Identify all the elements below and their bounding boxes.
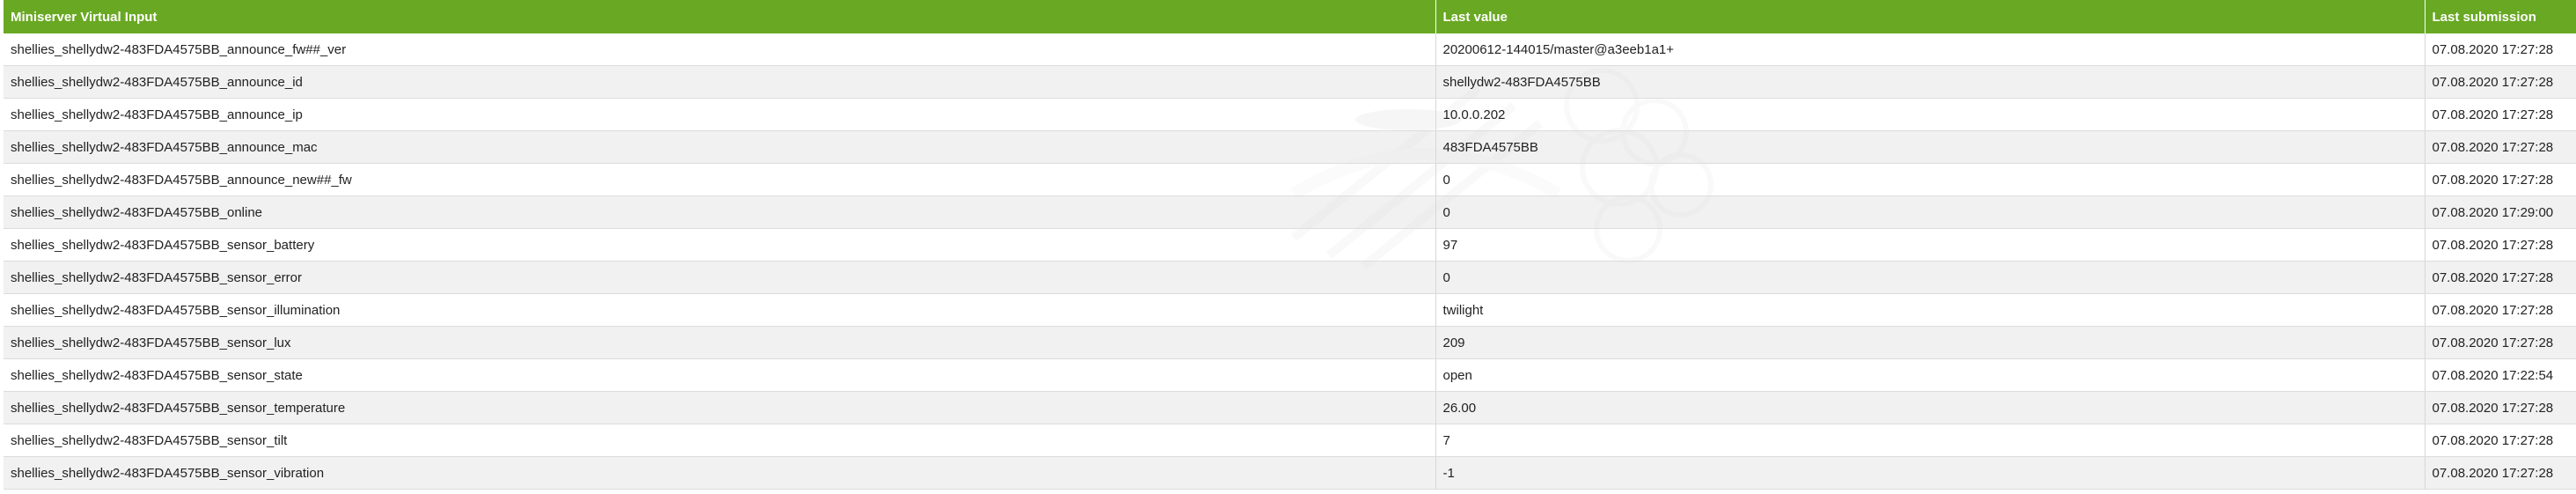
cell-value: 0: [1435, 163, 2426, 196]
cell-value: 7: [1435, 424, 2426, 457]
cell-input: shellies_shellydw2-483FDA4575BB_sensor_l…: [4, 326, 1436, 359]
cell-submission: 07.08.2020 17:29:00: [2425, 195, 2576, 229]
column-header-submission[interactable]: Last submission: [2425, 0, 2576, 33]
page: Miniserver Virtual Input Last value Last…: [0, 0, 2576, 494]
cell-value: 20200612-144015/master@a3eeb1a1+: [1435, 33, 2426, 66]
cell-value: 0: [1435, 195, 2426, 229]
cell-value: shellydw2-483FDA4575BB: [1435, 65, 2426, 99]
virtual-input-table: Miniserver Virtual Input Last value Last…: [4, 0, 2576, 490]
table-row[interactable]: shellies_shellydw2-483FDA4575BB_announce…: [4, 65, 2576, 99]
table-row[interactable]: shellies_shellydw2-483FDA4575BB_sensor_v…: [4, 456, 2576, 490]
cell-value: open: [1435, 358, 2426, 392]
column-header-value[interactable]: Last value: [1435, 0, 2426, 33]
table-row[interactable]: shellies_shellydw2-483FDA4575BB_sensor_l…: [4, 326, 2576, 359]
cell-value: 209: [1435, 326, 2426, 359]
table-row[interactable]: shellies_shellydw2-483FDA4575BB_sensor_b…: [4, 228, 2576, 262]
cell-submission: 07.08.2020 17:27:28: [2425, 326, 2576, 359]
cell-input: shellies_shellydw2-483FDA4575BB_announce…: [4, 65, 1436, 99]
cell-input: shellies_shellydw2-483FDA4575BB_sensor_i…: [4, 293, 1436, 327]
cell-submission: 07.08.2020 17:27:28: [2425, 98, 2576, 131]
cell-submission: 07.08.2020 17:22:54: [2425, 358, 2576, 392]
cell-input: shellies_shellydw2-483FDA4575BB_sensor_t…: [4, 424, 1436, 457]
cell-value: 0: [1435, 261, 2426, 294]
cell-input: shellies_shellydw2-483FDA4575BB_sensor_t…: [4, 391, 1436, 424]
cell-input: shellies_shellydw2-483FDA4575BB_announce…: [4, 33, 1436, 66]
cell-submission: 07.08.2020 17:27:28: [2425, 261, 2576, 294]
cell-submission: 07.08.2020 17:27:28: [2425, 228, 2576, 262]
cell-value: 26.00: [1435, 391, 2426, 424]
table-row[interactable]: shellies_shellydw2-483FDA4575BB_sensor_t…: [4, 424, 2576, 457]
cell-input: shellies_shellydw2-483FDA4575BB_announce…: [4, 163, 1436, 196]
cell-submission: 07.08.2020 17:27:28: [2425, 130, 2576, 164]
table-row[interactable]: shellies_shellydw2-483FDA4575BB_announce…: [4, 33, 2576, 66]
cell-value: 97: [1435, 228, 2426, 262]
cell-submission: 07.08.2020 17:27:28: [2425, 65, 2576, 99]
cell-submission: 07.08.2020 17:27:28: [2425, 424, 2576, 457]
table-row[interactable]: shellies_shellydw2-483FDA4575BB_announce…: [4, 130, 2576, 164]
table-row[interactable]: shellies_shellydw2-483FDA4575BB_sensor_e…: [4, 261, 2576, 294]
cell-input: shellies_shellydw2-483FDA4575BB_online: [4, 195, 1436, 229]
table-row[interactable]: shellies_shellydw2-483FDA4575BB_sensor_i…: [4, 293, 2576, 327]
cell-input: shellies_shellydw2-483FDA4575BB_sensor_e…: [4, 261, 1436, 294]
table-row[interactable]: shellies_shellydw2-483FDA4575BB_announce…: [4, 98, 2576, 131]
cell-value: 483FDA4575BB: [1435, 130, 2426, 164]
column-header-input[interactable]: Miniserver Virtual Input: [4, 0, 1436, 33]
cell-value: -1: [1435, 456, 2426, 490]
cell-submission: 07.08.2020 17:27:28: [2425, 163, 2576, 196]
cell-submission: 07.08.2020 17:27:28: [2425, 293, 2576, 327]
cell-input: shellies_shellydw2-483FDA4575BB_sensor_s…: [4, 358, 1436, 392]
cell-input: shellies_shellydw2-483FDA4575BB_sensor_v…: [4, 456, 1436, 490]
cell-input: shellies_shellydw2-483FDA4575BB_sensor_b…: [4, 228, 1436, 262]
table-row[interactable]: shellies_shellydw2-483FDA4575BB_sensor_s…: [4, 358, 2576, 392]
cell-input: shellies_shellydw2-483FDA4575BB_announce…: [4, 130, 1436, 164]
cell-value: twilight: [1435, 293, 2426, 327]
table-row[interactable]: shellies_shellydw2-483FDA4575BB_sensor_t…: [4, 391, 2576, 424]
table-row[interactable]: shellies_shellydw2-483FDA4575BB_announce…: [4, 163, 2576, 196]
cell-input: shellies_shellydw2-483FDA4575BB_announce…: [4, 98, 1436, 131]
cell-submission: 07.08.2020 17:27:28: [2425, 391, 2576, 424]
table-row[interactable]: shellies_shellydw2-483FDA4575BB_online 0 0…: [4, 195, 2576, 229]
table-header-row: Miniserver Virtual Input Last value Last…: [4, 0, 2576, 33]
cell-submission: 07.08.2020 17:27:28: [2425, 456, 2576, 490]
cell-submission: 07.08.2020 17:27:28: [2425, 33, 2576, 66]
cell-value: 10.0.0.202: [1435, 98, 2426, 131]
